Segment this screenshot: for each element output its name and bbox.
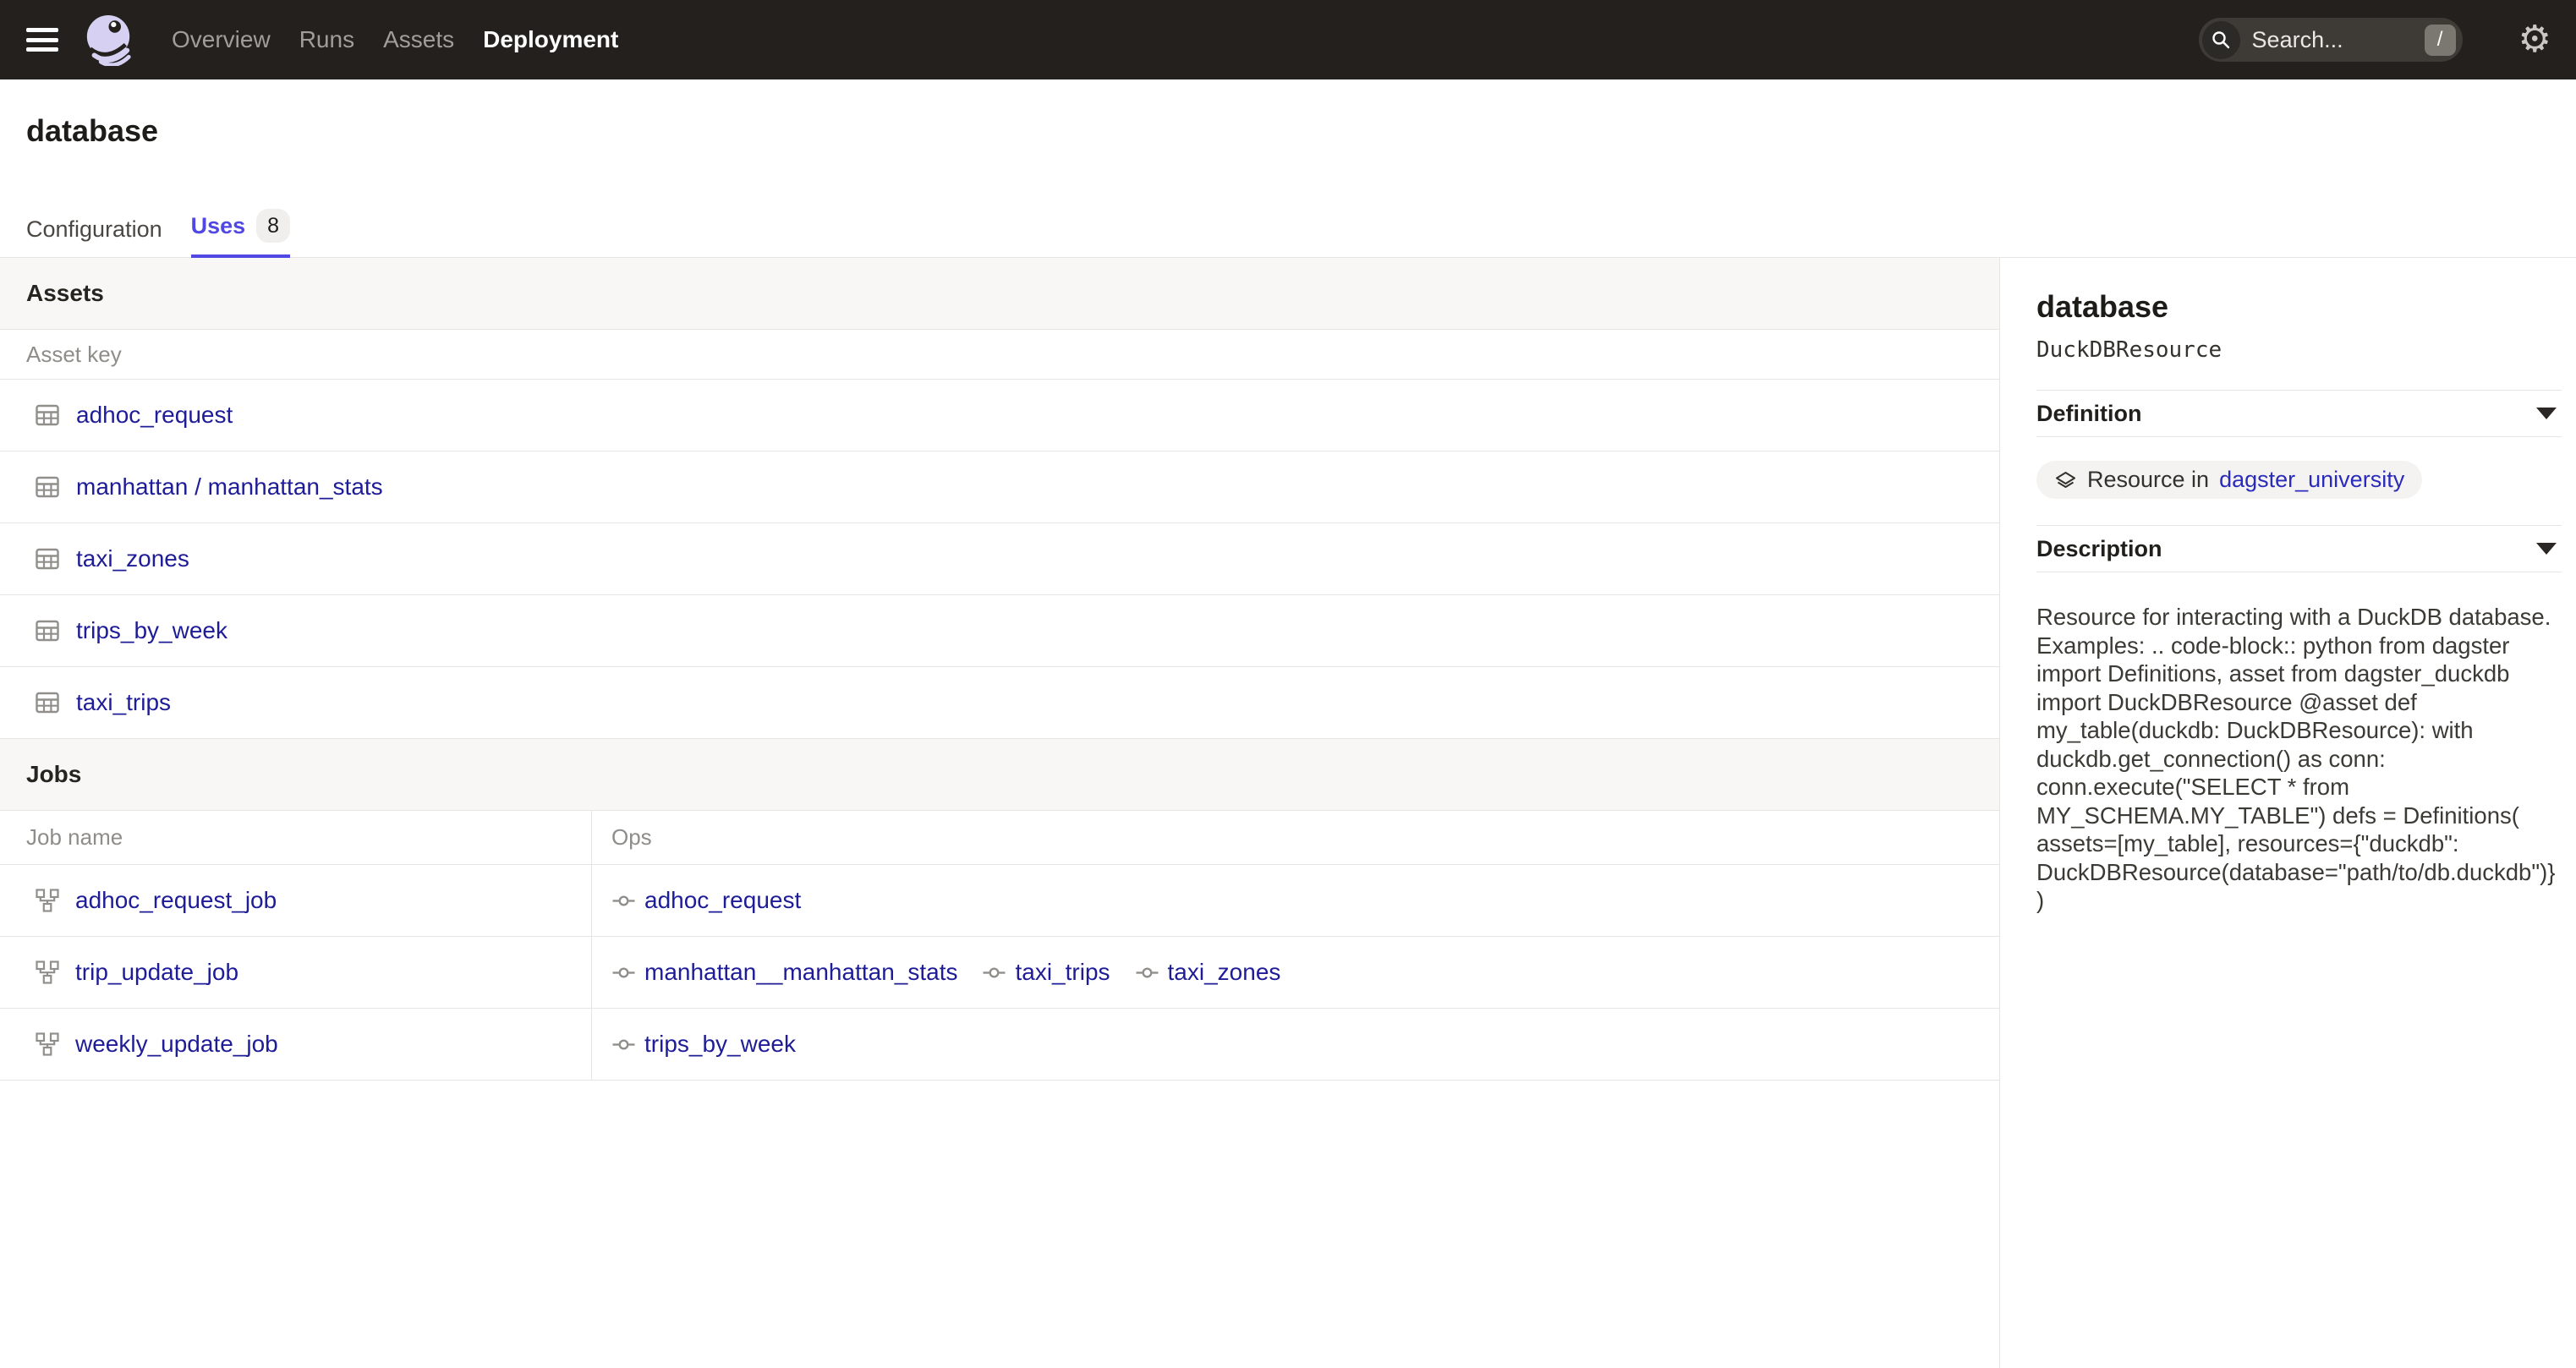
definition-section-header[interactable]: Definition — [2036, 390, 2562, 437]
jobs-section-header: Jobs — [0, 739, 1999, 811]
table-icon — [35, 618, 60, 643]
tab-configuration[interactable]: Configuration — [26, 216, 162, 258]
ops-column-header: Ops — [592, 811, 1999, 864]
op-link[interactable]: adhoc_request — [644, 887, 801, 914]
job-icon — [35, 888, 60, 913]
job-link[interactable]: trip_update_job — [75, 959, 238, 986]
slash-shortcut-key: / — [2425, 25, 2456, 56]
page-header: database Configuration Uses 8 — [0, 79, 2576, 258]
uses-count-badge: 8 — [256, 209, 290, 243]
description-section-header[interactable]: Description — [2036, 525, 2562, 572]
chevron-down-icon[interactable] — [2536, 408, 2557, 419]
main-nav: Overview Runs Assets Deployment — [172, 26, 618, 53]
asset-link[interactable]: taxi_zones — [76, 545, 189, 572]
op-link[interactable]: manhattan__manhattan_stats — [644, 959, 957, 986]
op-icon — [983, 961, 1006, 984]
jobs-column-headers: Job name Ops — [0, 811, 1999, 865]
layers-icon — [2054, 470, 2077, 490]
resource-description: Resource for interacting with a DuckDB d… — [2036, 603, 2562, 915]
nav-item-deployment[interactable]: Deployment — [483, 26, 618, 53]
page-title: database — [26, 113, 158, 149]
table-row: taxi_trips — [0, 667, 1999, 739]
asset-link[interactable]: adhoc_request — [76, 402, 233, 429]
resource-location-chip: Resource in dagster_university — [2036, 461, 2422, 499]
nav-item-assets[interactable]: Assets — [383, 26, 454, 53]
asset-link[interactable]: trips_by_week — [76, 617, 227, 644]
definition-section-body: Resource in dagster_university — [2036, 437, 2562, 525]
resource-detail-panel: database DuckDBResource Definition Resou… — [1999, 258, 2576, 1368]
job-icon — [35, 960, 60, 985]
top-navigation-bar: Overview Runs Assets Deployment / ⚙ — [0, 0, 2576, 79]
job-link[interactable]: adhoc_request_job — [75, 887, 277, 914]
op-link[interactable]: taxi_trips — [1015, 959, 1110, 986]
tab-bar: Configuration Uses 8 — [26, 209, 290, 258]
dagster-logo[interactable] — [82, 14, 134, 66]
search-box[interactable]: / — [2199, 18, 2463, 62]
op-icon — [612, 889, 635, 912]
tab-uses[interactable]: Uses 8 — [191, 209, 290, 258]
table-row: trips_by_week — [0, 595, 1999, 667]
asset-key-column-header: Asset key — [0, 330, 1999, 380]
op-link[interactable]: trips_by_week — [644, 1031, 796, 1058]
asset-link[interactable]: manhattan / manhattan_stats — [76, 473, 383, 501]
op-icon — [612, 1033, 635, 1056]
panel-title: database — [2036, 289, 2562, 325]
nav-item-runs[interactable]: Runs — [299, 26, 354, 53]
table-row: adhoc_request — [0, 380, 1999, 451]
nav-item-overview[interactable]: Overview — [172, 26, 271, 53]
table-row: taxi_zones — [0, 523, 1999, 595]
table-row: adhoc_request_job adhoc_request — [0, 865, 1999, 937]
hamburger-menu-icon[interactable] — [26, 28, 58, 52]
table-row: weekly_update_job trips_by_week — [0, 1009, 1999, 1081]
op-link[interactable]: taxi_zones — [1168, 959, 1281, 986]
content-area: Assets Asset key adhoc_request manhattan… — [0, 258, 2576, 1368]
resource-type: DuckDBResource — [2036, 337, 2562, 363]
search-icon — [2202, 21, 2240, 59]
op-icon — [612, 961, 635, 984]
table-icon — [35, 546, 60, 572]
search-input[interactable] — [2252, 27, 2425, 53]
op-icon — [1136, 961, 1159, 984]
table-icon — [35, 474, 60, 500]
uses-lists: Assets Asset key adhoc_request manhattan… — [0, 258, 1999, 1368]
job-link[interactable]: weekly_update_job — [75, 1031, 278, 1058]
code-location-link[interactable]: dagster_university — [2219, 467, 2404, 493]
table-row: manhattan / manhattan_stats — [0, 451, 1999, 523]
assets-section-header: Assets — [0, 258, 1999, 330]
job-name-column-header: Job name — [0, 811, 592, 864]
gear-icon[interactable]: ⚙ — [2518, 21, 2551, 58]
asset-link[interactable]: taxi_trips — [76, 689, 171, 716]
table-icon — [35, 402, 60, 428]
table-row: trip_update_job manhattan__manhattan_sta… — [0, 937, 1999, 1009]
job-icon — [35, 1031, 60, 1057]
chevron-down-icon[interactable] — [2536, 543, 2557, 555]
table-icon — [35, 690, 60, 715]
